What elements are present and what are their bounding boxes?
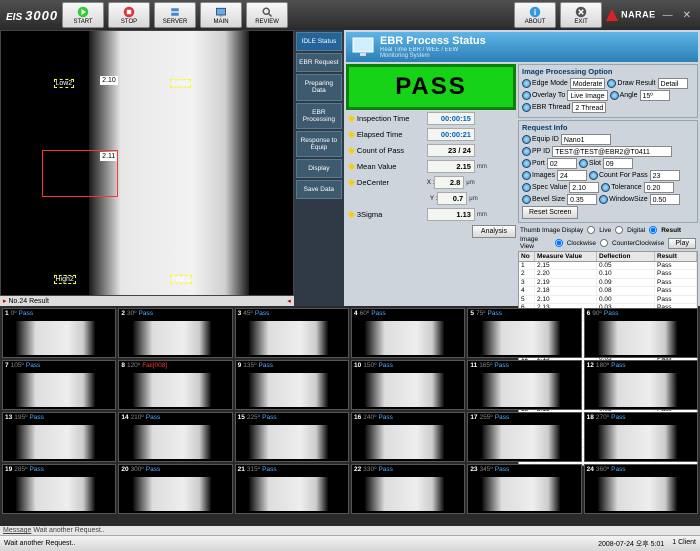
thumbnail[interactable]: 230ºPass bbox=[118, 308, 232, 358]
image-view-row: Image View Clockwise CounterClockwise Pl… bbox=[518, 235, 698, 251]
sidebar-response[interactable]: Response to Equip bbox=[296, 131, 342, 157]
monitor-icon bbox=[352, 37, 374, 57]
thumbnail[interactable]: 10150ºPass bbox=[351, 360, 465, 410]
thumbnail[interactable]: 16240ºPass bbox=[351, 412, 465, 462]
result-radio[interactable] bbox=[649, 226, 657, 234]
app-logo: EIS3000 bbox=[6, 8, 58, 23]
table-row[interactable]: 22.200.10Pass bbox=[519, 270, 697, 278]
marker-high2: High2 bbox=[54, 275, 76, 284]
server-button[interactable]: SERVER bbox=[154, 2, 196, 28]
thumbnail[interactable]: 575ºPass bbox=[467, 308, 581, 358]
thumbnail[interactable]: 690ºPass bbox=[584, 308, 698, 358]
window-field[interactable]: 0.50 bbox=[650, 194, 680, 205]
spec-field[interactable]: 2.10 bbox=[569, 182, 599, 193]
thumbnail[interactable]: 18270ºPass bbox=[584, 412, 698, 462]
table-row[interactable]: 12.150.05Pass bbox=[519, 262, 697, 270]
angle-field[interactable]: 15º bbox=[640, 90, 670, 101]
cw-radio[interactable] bbox=[555, 239, 563, 247]
equip-id-field[interactable]: Nano1 bbox=[561, 134, 611, 145]
review-button[interactable]: REVIEW bbox=[246, 2, 288, 28]
thread-field[interactable]: 2 Thread bbox=[572, 102, 606, 113]
play-button[interactable]: Play bbox=[668, 238, 696, 249]
request-info-group: Request Info Equip IDNano1 PP IDTEST@TES… bbox=[518, 120, 698, 223]
bevel-field[interactable]: 0.35 bbox=[567, 194, 597, 205]
ppid-field[interactable]: TEST@TEST@EBR2@T0411 bbox=[552, 146, 672, 157]
thumbnail[interactable]: 11165ºPass bbox=[467, 360, 581, 410]
decenter-x: 2.8 bbox=[434, 176, 464, 189]
marker-low1: Low1 bbox=[170, 79, 191, 88]
pass-indicator: PASS bbox=[346, 64, 516, 110]
preview-caption: ▸ No.24 Result ◂ bbox=[0, 296, 294, 306]
status-bar: Wait another Request.. 2008-07-24 오후 5:0… bbox=[0, 535, 700, 551]
thumbnail[interactable]: 7105ºPass bbox=[2, 360, 116, 410]
countforpass-field[interactable]: 23 bbox=[650, 170, 680, 181]
brand-logo: NARAE bbox=[606, 9, 656, 21]
thumbnail[interactable]: 22330ºPass bbox=[351, 464, 465, 514]
thumbnail[interactable]: 15225ºPass bbox=[235, 412, 349, 462]
thumbnail[interactable]: 24360ºPass bbox=[584, 464, 698, 514]
sidebar-save[interactable]: Save Data bbox=[296, 180, 342, 199]
sidebar-idle[interactable]: IDLE Status bbox=[296, 32, 342, 51]
top-toolbar: EIS3000 START STOP SERVER MAIN REVIEW iA… bbox=[0, 0, 700, 30]
sigma-value: 1.13 bbox=[427, 208, 475, 221]
message-bar: Message Wait another Request.. bbox=[0, 526, 700, 535]
status-header: EBR Process StatusReal Time EBR / WEE / … bbox=[346, 32, 698, 62]
port-field[interactable]: 02 bbox=[547, 158, 577, 169]
analysis-button[interactable]: Analysis bbox=[472, 225, 516, 238]
thumbnail[interactable]: 8120ºFail[008] bbox=[118, 360, 232, 410]
table-row[interactable]: 52.100.00Pass bbox=[519, 296, 697, 304]
edge-mode-field[interactable]: Moderate bbox=[570, 78, 606, 89]
svg-text:i: i bbox=[534, 8, 536, 17]
thumbnail[interactable]: 19285ºPass bbox=[2, 464, 116, 514]
slot-field[interactable]: 09 bbox=[603, 158, 633, 169]
thumbnail[interactable]: 9135ºPass bbox=[235, 360, 349, 410]
mean-value: 2.15 bbox=[427, 160, 475, 173]
table-row[interactable]: 42.180.08Pass bbox=[519, 287, 697, 295]
reset-screen-button[interactable]: Reset Screen bbox=[522, 206, 578, 219]
marker-high1: High1 bbox=[170, 275, 192, 284]
thumbnail[interactable]: 12180ºPass bbox=[584, 360, 698, 410]
minimize-icon[interactable]: — bbox=[660, 10, 676, 21]
thumbnail[interactable]: 13195ºPass bbox=[2, 412, 116, 462]
thumbnail[interactable]: 23345ºPass bbox=[467, 464, 581, 514]
wafer-preview: Low2 Low1 2.10 2.11 High2 High1 bbox=[0, 30, 294, 296]
ccw-radio[interactable] bbox=[600, 239, 608, 247]
table-row[interactable]: 32.190.09Pass bbox=[519, 279, 697, 287]
pass-count: 23 / 24 bbox=[427, 144, 475, 157]
thumbnail[interactable]: 10ºPass bbox=[2, 308, 116, 358]
decenter-y: 0.7 bbox=[437, 192, 467, 205]
measure-2: 2.11 bbox=[100, 152, 117, 161]
thumbnail[interactable]: 14210ºPass bbox=[118, 412, 232, 462]
measure-1: 2.10 bbox=[100, 76, 118, 85]
thumbnail-grid: 10ºPass230ºPass345ºPass460ºPass575ºPass6… bbox=[0, 306, 700, 526]
draw-result-field[interactable]: Detail bbox=[658, 78, 688, 89]
tolerance-field[interactable]: 0.20 bbox=[644, 182, 674, 193]
about-button[interactable]: iABOUT bbox=[514, 2, 556, 28]
thumbnail[interactable]: 17255ºPass bbox=[467, 412, 581, 462]
thumbnail[interactable]: 345ºPass bbox=[235, 308, 349, 358]
thumb-display-row: Thumb Image Display Live Digital Result bbox=[518, 225, 698, 235]
start-button[interactable]: START bbox=[62, 2, 104, 28]
process-sidebar: IDLE Status EBR Request Preparing Data E… bbox=[294, 30, 344, 306]
stop-button[interactable]: STOP bbox=[108, 2, 150, 28]
sidebar-preparing[interactable]: Preparing Data bbox=[296, 74, 342, 100]
image-processing-group: Image Processing Option Edge ModeModerat… bbox=[518, 64, 698, 118]
overlay-field[interactable]: Live Image bbox=[567, 90, 607, 101]
images-field[interactable]: 24 bbox=[557, 170, 587, 181]
inspection-time: 00:00:15 bbox=[427, 112, 475, 125]
live-radio[interactable] bbox=[587, 226, 595, 234]
digital-radio[interactable] bbox=[615, 226, 623, 234]
close-icon[interactable]: ✕ bbox=[680, 10, 694, 21]
exit-button[interactable]: EXIT bbox=[560, 2, 602, 28]
main-button[interactable]: MAIN bbox=[200, 2, 242, 28]
thumbnail[interactable]: 21315ºPass bbox=[235, 464, 349, 514]
sidebar-processing[interactable]: EBR Processing bbox=[296, 103, 342, 129]
elapsed-time: 00:00:21 bbox=[427, 128, 475, 141]
sidebar-ebr-request[interactable]: EBR Request bbox=[296, 53, 342, 72]
marker-low2: Low2 bbox=[54, 79, 75, 88]
sidebar-display[interactable]: Display bbox=[296, 159, 342, 178]
thumbnail[interactable]: 20300ºPass bbox=[118, 464, 232, 514]
thumbnail[interactable]: 460ºPass bbox=[351, 308, 465, 358]
